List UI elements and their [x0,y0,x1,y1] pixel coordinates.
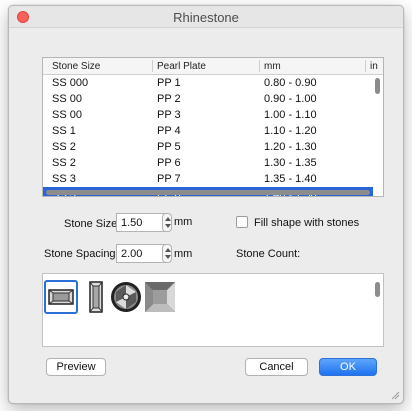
column-header-stone-size[interactable]: Stone Size [48,60,100,73]
table-row[interactable]: SS 00 PP 2 0.90 - 1.00 [43,91,373,107]
stone-size-table[interactable]: Stone Size Pearl Plate mm in SS 000 PP 1 0… [42,57,384,197]
table-row[interactable]: SS 2 PP 6 1.30 - 1.35 [43,155,373,171]
stone-size-stepper[interactable] [162,213,172,232]
shape-picker-scroll-thumb[interactable] [375,282,380,297]
column-header-pearl-plate[interactable]: Pearl Plate [153,60,206,73]
table-cell: PP 2 [157,93,181,105]
preview-button[interactable]: Preview [46,358,106,376]
table-cell: 0.80 - 0.90 [264,77,317,89]
table-row[interactable]: SS 2 PP 5 1.20 - 1.30 [43,139,373,155]
window-title: Rhinestone [173,10,239,25]
column-header-in[interactable]: in [366,60,378,73]
table-header: Stone Size Pearl Plate mm in [43,58,383,75]
stone-spacing-label: Stone Spacing: [44,248,119,260]
stone-size-input[interactable] [116,213,166,232]
stepper-up-icon [165,248,171,252]
shape-option-round[interactable] [109,280,143,314]
table-row[interactable]: SS 3 PP 7 1.35 - 1.40 [43,171,373,187]
stone-shape-picker[interactable] [42,273,384,347]
stepper-down-icon [165,255,171,259]
table-cell: PP 6 [157,157,181,169]
table-cell: SS 3 [52,173,76,185]
table-cell: 1.00 - 1.10 [264,109,317,121]
table-row[interactable]: SS 000 PP 1 0.80 - 0.90 [43,75,373,91]
table-cell: PP 5 [157,141,181,153]
ok-button[interactable]: OK [319,358,377,376]
table-cell: PP 1 [157,77,181,89]
square-stone-icon [145,282,175,312]
table-cell: SS 2 [52,157,76,169]
table-cell: PP 4 [157,125,181,137]
table-cell: PP 3 [157,109,181,121]
table-cell: SS 000 [52,77,89,89]
table-cell: SS 00 [52,93,82,105]
table-body: SS 000 PP 1 0.80 - 0.90 SS 00 PP 2 0.90 - 1.0… [43,75,373,196]
column-header-mm[interactable]: mm [260,60,281,73]
table-cell: 1.35 - 1.40 [264,173,317,185]
table-cell: 1.20 - 1.30 [264,141,317,153]
stepper-up-icon [165,217,171,221]
table-cell: 1.30 - 1.35 [264,157,317,169]
table-row[interactable]: SS 1 PP 4 1.10 - 1.20 [43,123,373,139]
resize-grip-icon[interactable] [390,390,400,400]
table-cell: 0.90 - 1.00 [264,93,317,105]
table-cell: SS 1 [52,125,76,137]
rhinestone-dialog: Rhinestone Stone Size Pearl Plate mm in … [8,5,404,404]
stone-size-label: Stone Size: [64,218,121,230]
fill-shape-label[interactable]: Fill shape with stones [254,217,359,229]
shape-option-rectangle[interactable] [44,280,78,314]
title-bar: Rhinestone [9,6,403,28]
table-vertical-scrollbar[interactable] [373,76,382,196]
table-cell: PP 7 [157,173,181,185]
table-cell: 1.10 - 1.20 [264,125,317,137]
stepper-down-icon [165,224,171,228]
stone-spacing-unit: mm [174,248,193,260]
stone-size-unit: mm [174,216,193,228]
round-stone-icon [111,282,141,312]
rectangle-stone-icon [48,289,74,305]
table-cell: SS 00 [52,109,82,121]
table-row[interactable]: SS 00 PP 3 1.00 - 1.10 [43,107,373,123]
stone-spacing-stepper[interactable] [162,244,172,263]
shape-option-square[interactable] [143,280,177,314]
navette-stone-icon [89,281,103,313]
cancel-button[interactable]: Cancel [245,358,308,376]
stone-count-label: Stone Count: [236,248,301,260]
stone-spacing-input[interactable] [116,244,166,263]
fill-shape-checkbox[interactable] [236,216,248,228]
table-vertical-scroll-thumb[interactable] [375,78,380,94]
table-horizontal-scroll-thumb[interactable] [46,190,370,195]
table-cell: SS 2 [52,141,76,153]
